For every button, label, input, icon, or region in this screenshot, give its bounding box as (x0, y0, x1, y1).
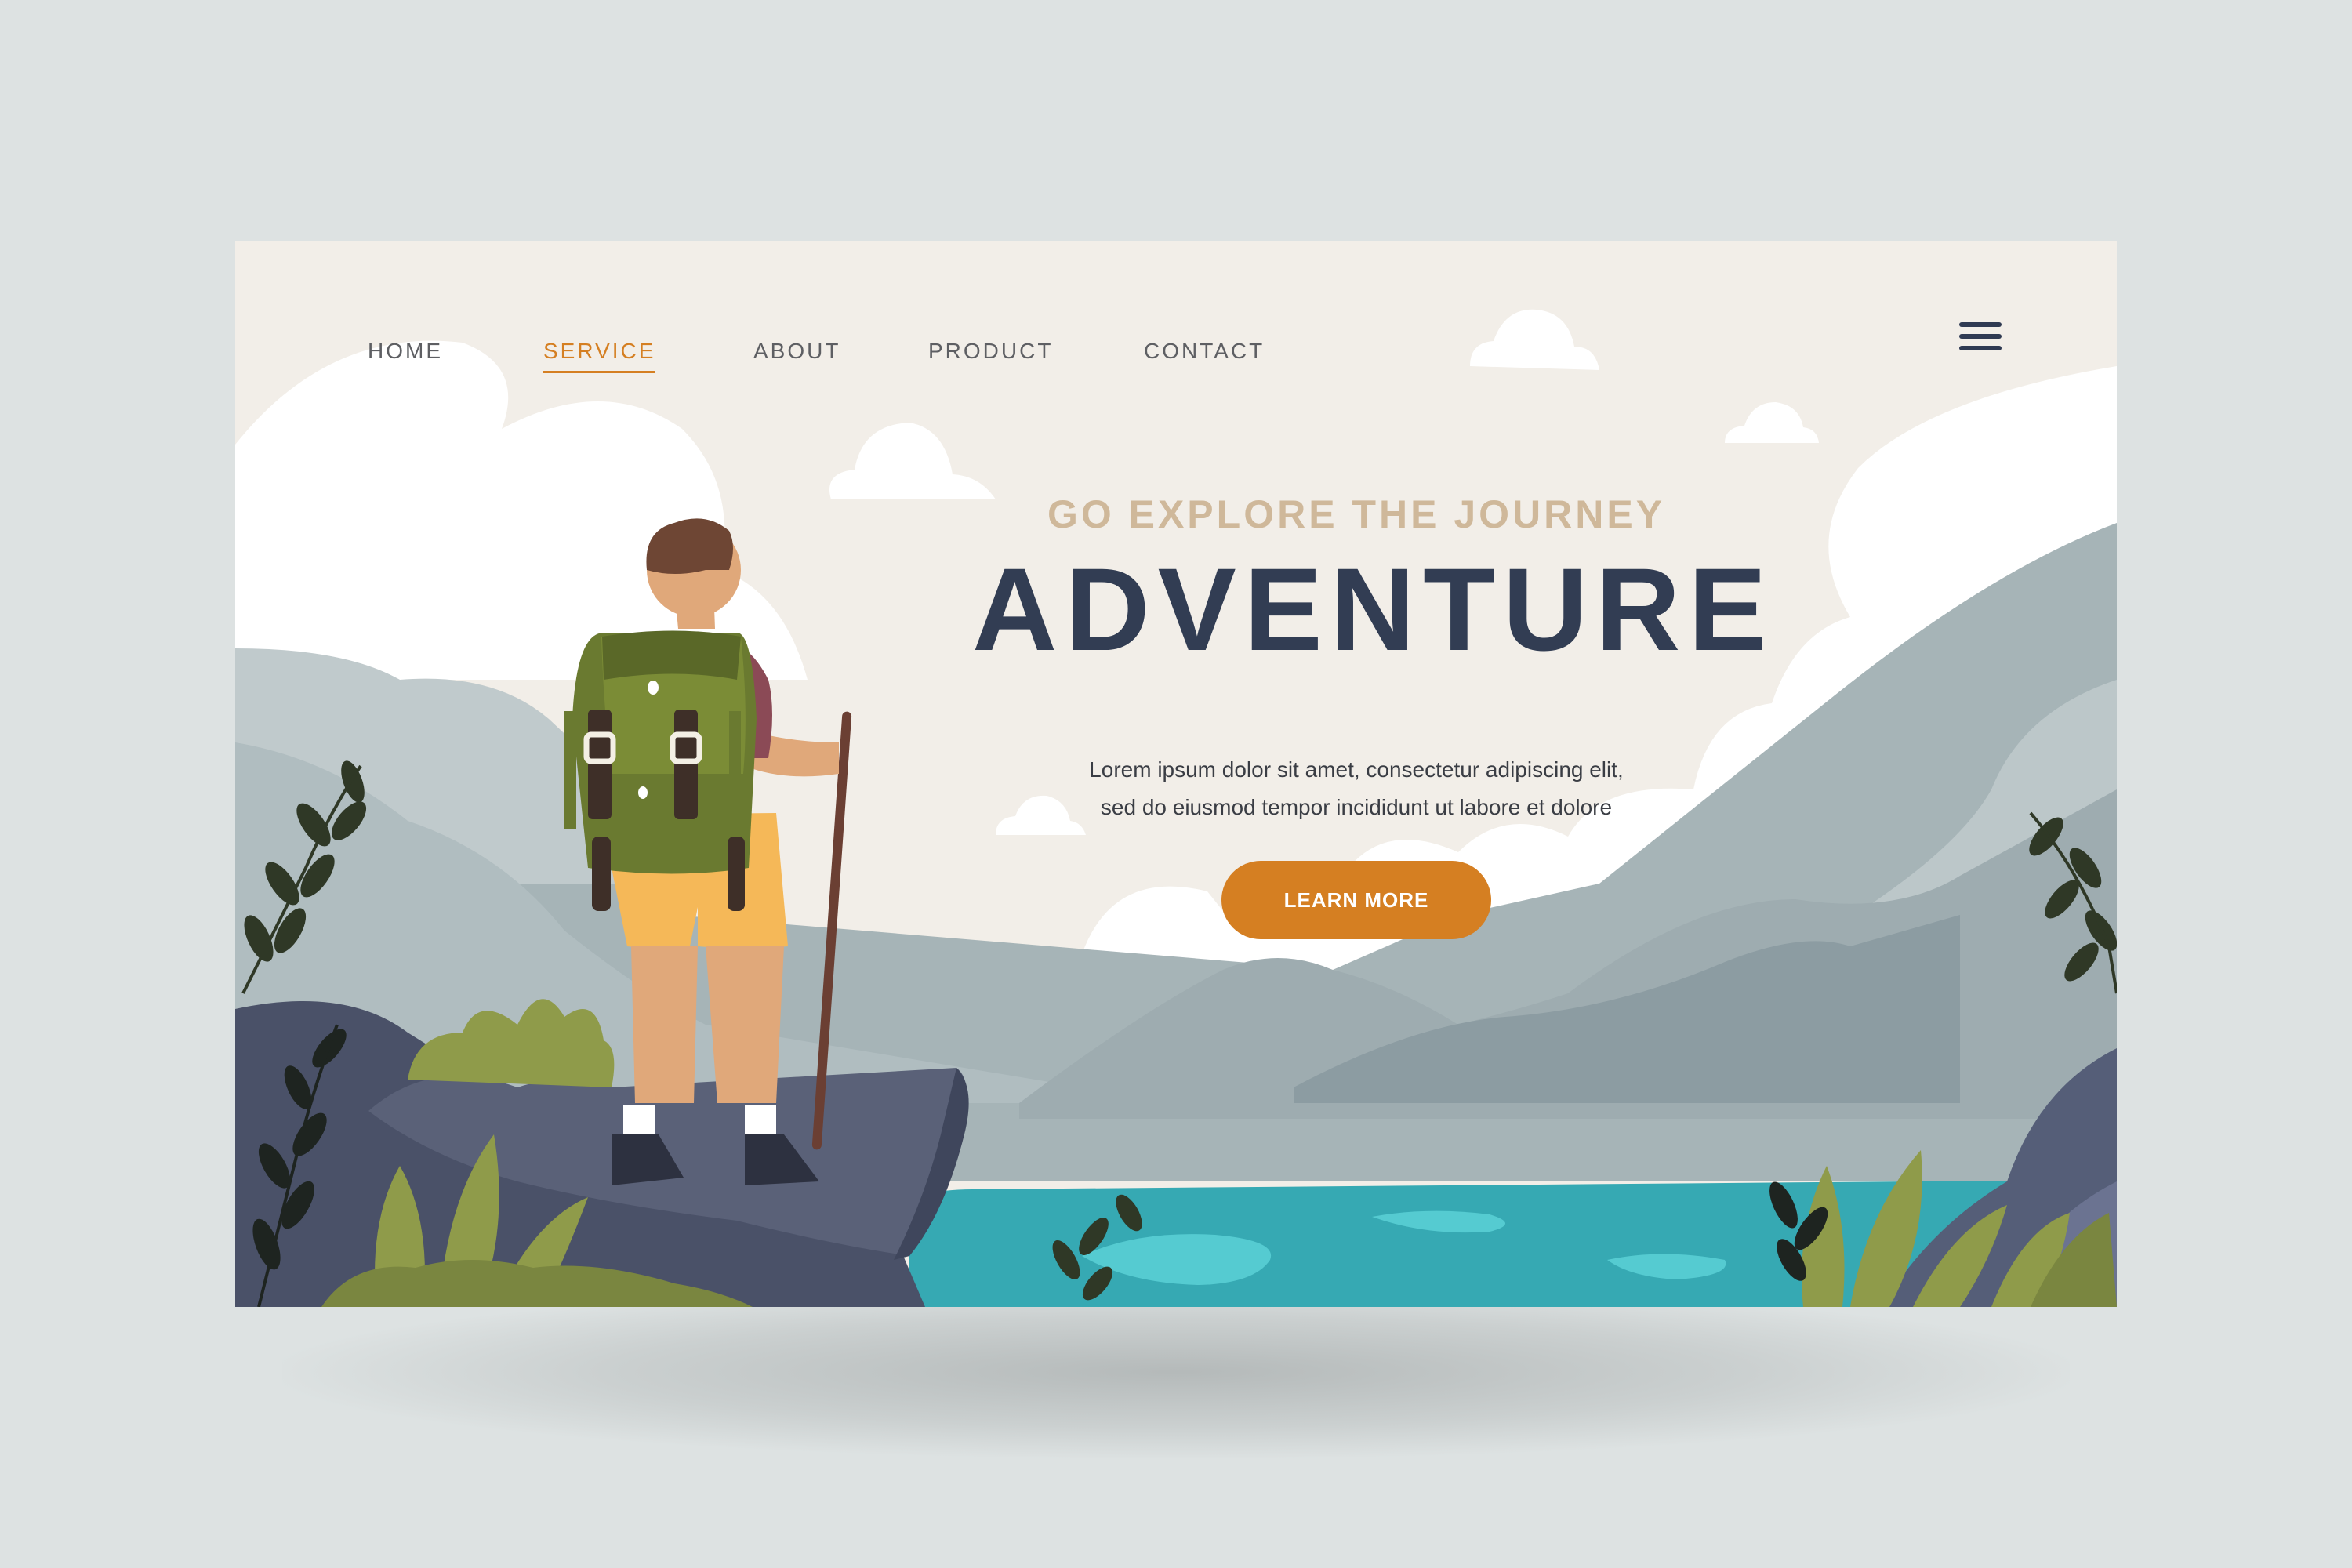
hero-description-line-1: Lorem ipsum dolor sit amet, consectetur … (1089, 757, 1624, 782)
learn-more-button[interactable]: LEARN MORE (1221, 860, 1491, 939)
hamburger-menu-icon[interactable] (1957, 319, 2004, 354)
hero-description-line-2: sed do eiusmod tempor incididunt ut labo… (1100, 794, 1613, 819)
nav-link-home[interactable]: HOME (368, 339, 443, 364)
nav-link-service[interactable]: SERVICE (543, 339, 656, 373)
nav-link-contact[interactable]: CONTACT (1144, 339, 1265, 364)
main-navigation: HOME SERVICE ABOUT PRODUCT CONTACT (235, 339, 2117, 386)
nav-link-about[interactable]: ABOUT (753, 339, 840, 364)
hero-eyebrow: GO EXPLORE THE JOURNEY (1047, 492, 1666, 536)
hero-description: Lorem ipsum dolor sit amet, consectetur … (1058, 751, 1654, 826)
nav-link-product[interactable]: PRODUCT (928, 339, 1053, 364)
landing-page: HOME SERVICE ABOUT PRODUCT CONTACT GO EX… (235, 241, 2117, 1307)
card-shadow (282, 1286, 2070, 1458)
hero-section: GO EXPLORE THE JOURNEY ADVENTURE Lorem i… (972, 492, 1775, 939)
hero-title: ADVENTURE (972, 543, 1775, 675)
